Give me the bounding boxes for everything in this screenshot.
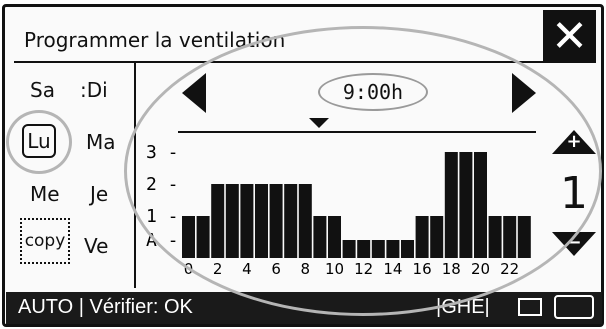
schedule-bar[interactable]: [298, 184, 312, 258]
home-icon[interactable]: [554, 295, 594, 319]
ventilation-schedule-chart[interactable]: A - 1 - 2 - 3 - 0 2 4 6 8 10 12 14 16 18 20 22: [140, 128, 540, 278]
y-tick-label: A -: [146, 230, 179, 251]
schedule-bar[interactable]: [196, 216, 210, 258]
x-tick-label: 14: [383, 260, 402, 278]
day-wednesday[interactable]: Me: [30, 182, 60, 206]
schedule-bar[interactable]: [503, 216, 517, 258]
schedule-bar[interactable]: [255, 184, 268, 258]
time-cursor-icon: [309, 118, 329, 128]
schedule-bar[interactable]: [240, 184, 254, 258]
schedule-bar[interactable]: [269, 184, 283, 258]
schedule-bar[interactable]: [357, 240, 371, 258]
day-tuesday[interactable]: Ma: [86, 130, 116, 154]
x-tick-label: 12: [354, 260, 373, 278]
level-value: 1: [560, 168, 588, 219]
day-monday[interactable]: Lu: [22, 124, 56, 158]
schedule-bar[interactable]: [517, 216, 531, 258]
schedule-bar[interactable]: [211, 184, 225, 258]
schedule-bar[interactable]: [313, 216, 327, 258]
x-tick-label: 6: [271, 260, 281, 278]
x-tick-label: 10: [325, 260, 344, 278]
schedule-bar[interactable]: [444, 152, 458, 258]
x-tick-label: 4: [242, 260, 252, 278]
y-tick-label: 1 -: [146, 206, 179, 227]
x-tick-label: 0: [184, 260, 194, 278]
y-tick-label: 2 -: [146, 174, 179, 195]
status-code: |GHE|: [436, 296, 490, 318]
next-hour-arrow-icon[interactable]: [512, 73, 536, 113]
status-mode: AUTO | Vérifier: OK: [18, 296, 193, 318]
day-friday[interactable]: Ve: [84, 234, 108, 258]
plus-icon: +: [566, 130, 582, 152]
x-tick-label: 8: [301, 260, 311, 278]
schedule-bar[interactable]: [401, 240, 414, 258]
minus-icon: −: [566, 231, 582, 253]
schedule-bar[interactable]: [430, 216, 444, 258]
previous-hour-arrow-icon[interactable]: [182, 73, 206, 113]
window-title: Programmer la ventilation: [24, 28, 286, 52]
status-bar: AUTO | Vérifier: OK |GHE|: [6, 292, 602, 324]
schedule-bar[interactable]: [284, 184, 298, 258]
x-tick-label: 22: [500, 260, 519, 278]
x-tick-label: 16: [413, 260, 432, 278]
schedule-bar[interactable]: [474, 152, 487, 258]
schedule-bar[interactable]: [225, 184, 239, 258]
y-tick-label: 3 -: [146, 142, 179, 163]
title-bar: Programmer la ventilation: [14, 8, 594, 63]
copy-label: copy: [24, 231, 66, 251]
day-saturday[interactable]: Sa: [30, 78, 55, 102]
day-monday-label: Lu: [27, 129, 51, 153]
schedule-bar[interactable]: [182, 216, 195, 258]
close-button[interactable]: ✕: [543, 10, 596, 63]
day-sunday[interactable]: :Di: [80, 78, 108, 102]
schedule-bar[interactable]: [342, 240, 356, 258]
schedule-bar[interactable]: [459, 152, 473, 258]
schedule-bar[interactable]: [488, 216, 502, 258]
x-tick-label: 18: [442, 260, 461, 278]
copy-button[interactable]: copy: [20, 218, 70, 264]
schedule-bar[interactable]: [415, 216, 429, 258]
selected-time: 9:00h: [318, 73, 428, 111]
settings-slider-icon[interactable]: [518, 298, 542, 316]
schedule-bar[interactable]: [371, 240, 385, 258]
schedule-bar[interactable]: [328, 216, 341, 258]
x-tick-label: 2: [213, 260, 223, 278]
close-icon: ✕: [551, 10, 588, 62]
schedule-bar[interactable]: [386, 240, 400, 258]
x-tick-label: 20: [471, 260, 490, 278]
day-thursday[interactable]: Je: [90, 182, 108, 206]
